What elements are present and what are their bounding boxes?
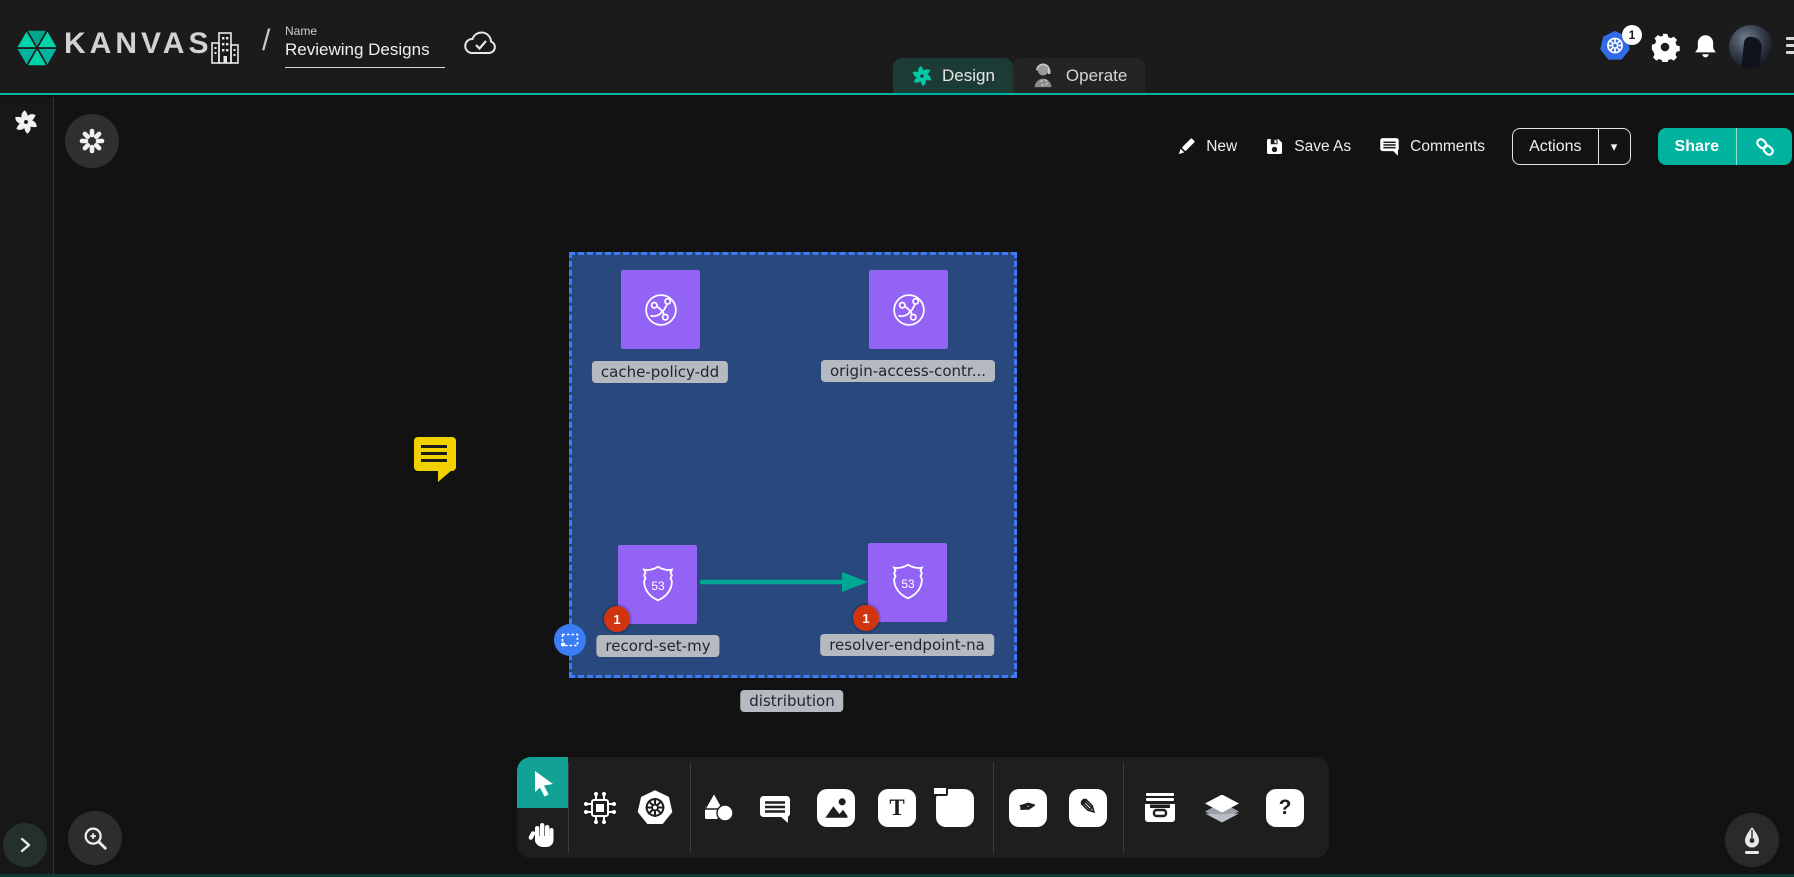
magnifier-plus-icon — [81, 824, 109, 852]
cloudfront-globe-icon — [638, 287, 684, 333]
header: KANVAS / Name — [0, 0, 1794, 95]
pen-path-tool[interactable]: ✒ — [1009, 789, 1047, 827]
share-button[interactable]: Share — [1658, 128, 1792, 165]
tab-operate-label: Operate — [1066, 66, 1127, 86]
sticky-note-icon — [936, 789, 974, 827]
operate-person-icon — [1031, 63, 1057, 89]
text-tool[interactable]: T — [878, 789, 916, 827]
zoom-in-button[interactable] — [68, 811, 122, 865]
user-avatar[interactable] — [1729, 25, 1773, 69]
node-label-origin-access: origin-access-contr... — [821, 360, 995, 382]
select-tool[interactable] — [517, 757, 568, 808]
kanvas-app: KANVAS / Name — [0, 0, 1794, 877]
comments-label: Comments — [1410, 138, 1485, 156]
group-selection-handle[interactable] — [554, 624, 586, 656]
notifications-bell-icon[interactable] — [1692, 32, 1719, 62]
canvas-settings-button[interactable] — [65, 114, 119, 168]
image-tool[interactable] — [817, 789, 855, 827]
left-sidebar — [0, 97, 54, 874]
layers-icon — [1205, 793, 1239, 823]
caret-down-icon[interactable]: ▾ — [1598, 129, 1630, 164]
layers-tool[interactable] — [1205, 793, 1239, 823]
shapes-tool[interactable] — [701, 791, 735, 825]
pan-hand-tool[interactable] — [517, 808, 568, 858]
new-button[interactable]: New — [1175, 136, 1237, 158]
new-label: New — [1206, 138, 1237, 156]
kubernetes-wheel-icon — [635, 788, 675, 828]
resolver-error-badge[interactable]: 1 — [853, 605, 879, 631]
pencil-draw-icon: ✎ — [1069, 789, 1107, 827]
logo-wordmark: KANVAS — [64, 27, 212, 61]
chevron-right-icon — [18, 837, 32, 853]
breadcrumb-separator: / — [262, 24, 270, 58]
group-label-distribution: distribution — [740, 690, 843, 712]
node-label-resolver: resolver-endpoint-na — [820, 634, 994, 656]
asterisk-gear-icon — [79, 128, 105, 154]
dashed-rect-icon — [561, 633, 579, 647]
edge-record-to-resolver[interactable] — [696, 568, 872, 596]
svg-text:53: 53 — [901, 576, 915, 590]
menu-hamburger-icon[interactable] — [1786, 37, 1794, 58]
cloudfront-globe-icon — [886, 287, 932, 333]
pen-tool-icon: ✒ — [1009, 789, 1047, 827]
components-drawer-tool[interactable] — [1141, 791, 1179, 825]
design-name-field: Name — [285, 24, 447, 68]
cursor-arrow-icon — [529, 768, 557, 798]
image-icon — [817, 789, 855, 827]
floppy-save-icon — [1264, 136, 1285, 157]
kanvas-logo-icon[interactable] — [14, 25, 60, 71]
canvas-comment-marker[interactable] — [414, 437, 456, 471]
pen-nib-button[interactable] — [1725, 813, 1779, 867]
kubernetes-tool[interactable] — [635, 788, 675, 828]
chip-icon — [580, 788, 620, 828]
tools-toolbar: T ✒ ✎ — [517, 757, 1329, 858]
tab-design-label: Design — [942, 66, 995, 86]
help-tool[interactable]: ? — [1266, 789, 1304, 827]
meshery-spiral-icon[interactable] — [13, 109, 39, 135]
cloud-saved-icon — [462, 28, 500, 60]
name-label: Name — [285, 24, 447, 38]
comment-tool[interactable] — [757, 790, 793, 826]
hand-icon — [528, 818, 558, 848]
settings-gear-icon[interactable] — [1650, 32, 1680, 62]
pen-nib-icon — [1738, 825, 1766, 855]
actions-dropdown-button[interactable]: Actions ▾ — [1512, 128, 1630, 165]
tab-design[interactable]: Design — [893, 58, 1013, 93]
mode-tabs: Design Operate — [893, 58, 1145, 93]
copy-link-icon[interactable] — [1736, 128, 1792, 165]
drawer-icon — [1141, 791, 1179, 825]
node-label-cache-policy: cache-policy-dd — [592, 361, 728, 383]
share-label: Share — [1658, 128, 1736, 165]
record-set-error-badge[interactable]: 1 — [604, 606, 630, 632]
tab-operate[interactable]: Operate — [1013, 58, 1145, 93]
route53-shield-icon: 53 — [885, 560, 931, 606]
comments-button[interactable]: Comments — [1378, 135, 1485, 158]
actions-label: Actions — [1513, 129, 1597, 164]
design-action-bar: New Save As Comments Actions ▾ Share — [1175, 128, 1792, 165]
help-question-icon: ? — [1266, 789, 1304, 827]
infrastructure-chip-tool[interactable] — [580, 788, 620, 828]
save-as-button[interactable]: Save As — [1264, 136, 1351, 157]
svg-text:53: 53 — [651, 578, 665, 592]
design-spiral-icon — [911, 65, 933, 87]
comments-icon — [1378, 135, 1401, 158]
node-cache-policy[interactable] — [621, 270, 700, 349]
text-icon: T — [878, 789, 916, 827]
node-record-set[interactable]: 53 — [618, 545, 697, 624]
shapes-icon — [701, 791, 735, 825]
kubernetes-badge: 1 — [1622, 25, 1642, 45]
kubernetes-context-button[interactable]: 1 — [1598, 29, 1644, 67]
node-label-record-set: record-set-my — [596, 635, 719, 657]
design-name-input[interactable] — [285, 40, 445, 68]
node-resolver-endpoint[interactable]: 53 — [868, 543, 947, 622]
node-origin-access[interactable] — [869, 270, 948, 349]
sidebar-expand-button[interactable] — [3, 823, 47, 867]
comment-bubble-icon — [757, 790, 793, 826]
route53-shield-icon: 53 — [635, 562, 681, 608]
pencil-new-icon — [1175, 136, 1197, 158]
organization-icon[interactable] — [208, 29, 242, 67]
save-as-label: Save As — [1294, 138, 1351, 156]
note-tool[interactable] — [936, 789, 974, 827]
freehand-draw-tool[interactable]: ✎ — [1069, 789, 1107, 827]
